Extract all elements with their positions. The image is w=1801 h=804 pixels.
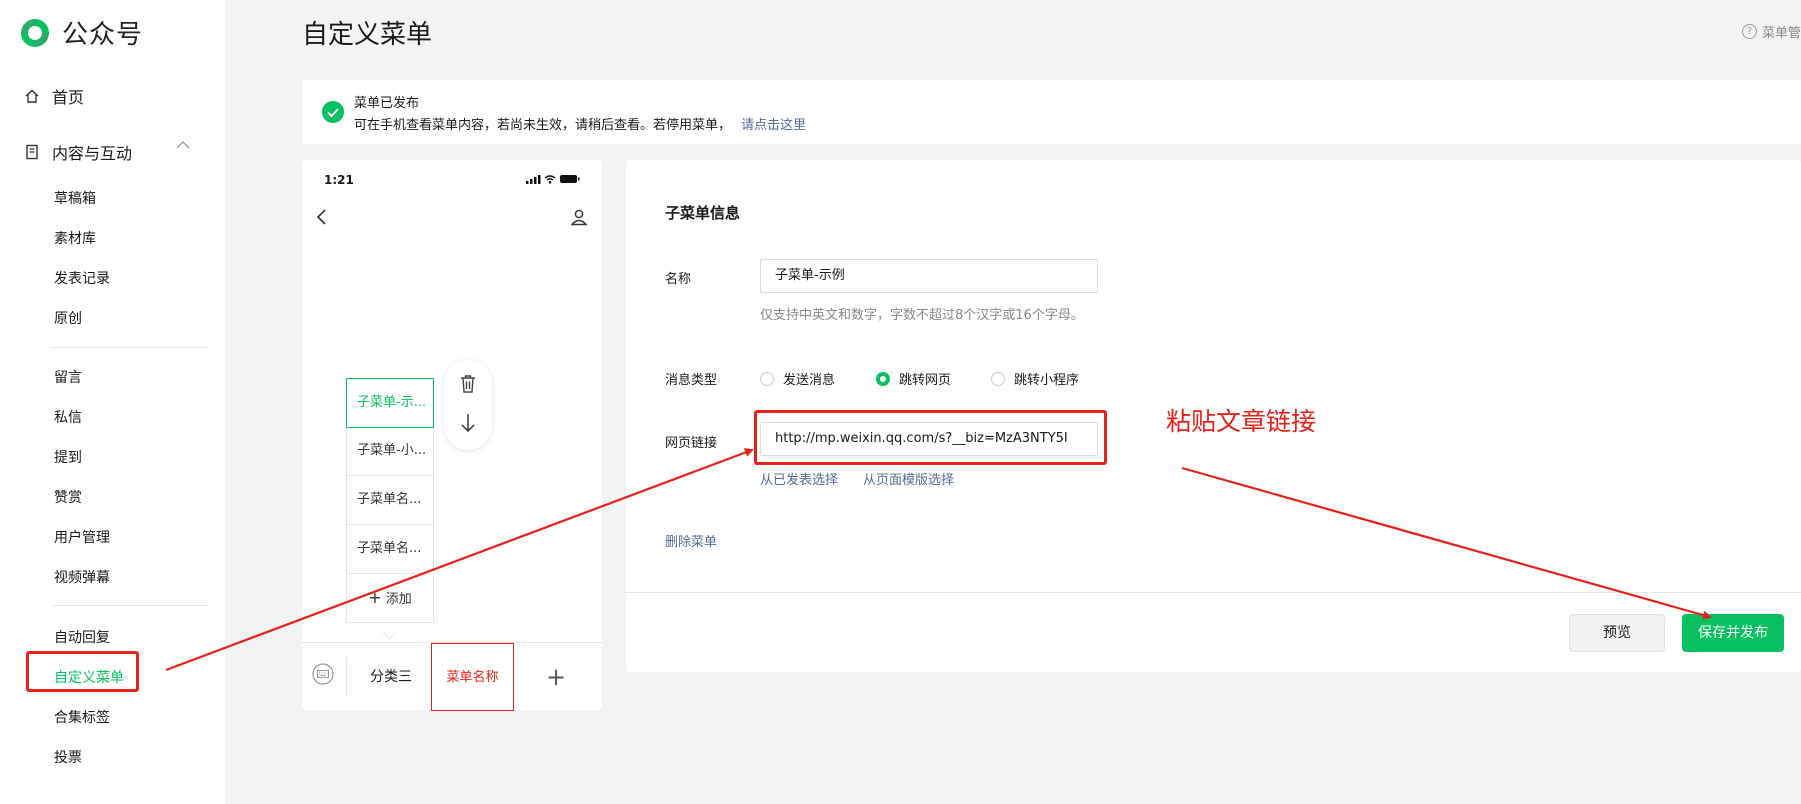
annotation-arrows <box>165 448 1712 672</box>
arrow-to-url-field <box>165 448 754 672</box>
arrow-to-save-button <box>1181 466 1712 620</box>
